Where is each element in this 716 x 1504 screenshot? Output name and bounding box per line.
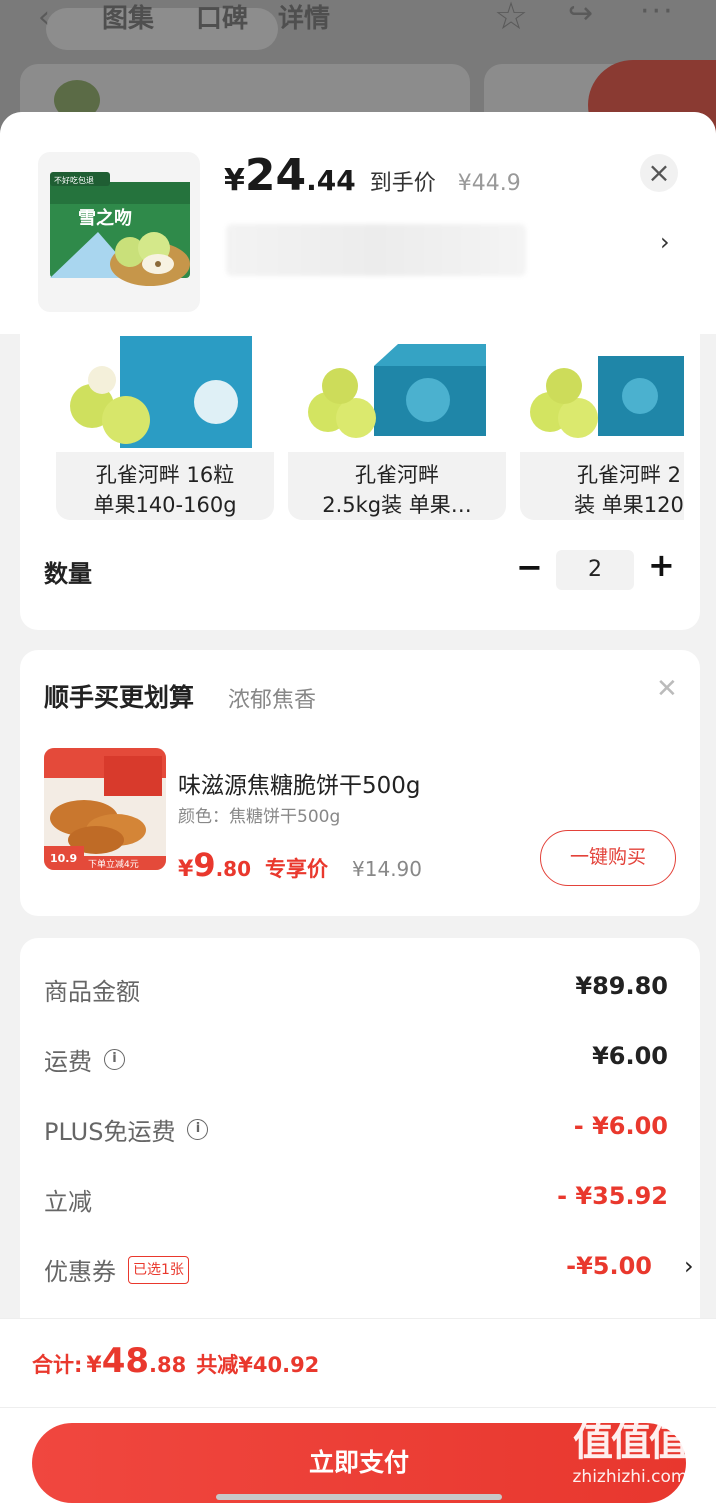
- product-thumbnail: 不好吃包退 雪之吻: [38, 152, 200, 312]
- summary-value: ¥89.80: [575, 972, 668, 1000]
- variant-label: 孔雀河畔 2.5kg装 单果…: [322, 463, 472, 517]
- original-price: ¥44.9: [457, 171, 521, 196]
- variant-list: 孔雀河畔 16粒 单果140-160g 孔雀河畔 2.5kg装 单果… 孔雀河畔…: [56, 336, 684, 520]
- upsell-price-label: 专享价: [265, 857, 329, 881]
- summary-value: -¥5.00: [566, 1252, 652, 1280]
- upsell-product-image: 10.9 下单立减4元: [44, 748, 166, 870]
- variant-image: [520, 336, 684, 452]
- watermark-url: zhizhizhi.com: [572, 1467, 688, 1487]
- summary-value: - ¥35.92: [557, 1182, 668, 1210]
- price-currency: ¥: [224, 163, 245, 198]
- summary-value: - ¥6.00: [573, 1112, 668, 1140]
- chevron-right-icon[interactable]: ›: [684, 1252, 694, 1280]
- upsell-price-row: ¥ 9 .80 专享价 ¥14.90: [178, 846, 422, 884]
- back-icon: ‹: [38, 0, 50, 35]
- variant-option[interactable]: 孔雀河畔 2.5kg装 单果…: [288, 336, 506, 520]
- total-integer: 48: [101, 1341, 150, 1381]
- total-currency: ¥: [86, 1353, 102, 1378]
- more-icon: ···: [640, 0, 675, 29]
- summary-label: 优惠券 已选1张: [44, 1252, 189, 1287]
- upsell-close-icon[interactable]: ✕: [656, 674, 678, 704]
- watermark-logo: 值值值: [573, 1419, 689, 1465]
- variant-label: 孔雀河畔 2 装 单果120: [574, 463, 684, 517]
- upsell-product-name: 味滋源焦糖脆饼干500g: [178, 773, 421, 799]
- summary-row-plus-shipping: PLUS免运费 i - ¥6.00: [44, 1112, 668, 1152]
- variant-label: 孔雀河畔 16粒 单果140-160g: [93, 463, 237, 517]
- total-label: 合计:: [32, 1353, 83, 1377]
- quantity-increase-button[interactable]: +: [648, 546, 675, 584]
- product-header: 不好吃包退 雪之吻 ¥ 24 .44 到手价 ¥44.9 × ›: [0, 112, 716, 334]
- thumb-brand-text: 雪之吻: [78, 207, 132, 229]
- upsell-price-integer: 9: [193, 846, 216, 884]
- price-decimal: .44: [306, 164, 356, 197]
- checkout-sheet: 不好吃包退 雪之吻 ¥ 24 .44 到手价 ¥44.9 × › 孔雀河畔 16…: [0, 112, 716, 1504]
- coupon-selected-badge: 已选1张: [128, 1255, 189, 1284]
- variant-image: [56, 336, 274, 452]
- info-icon[interactable]: i: [187, 1119, 209, 1140]
- summary-row-subtotal: 商品金额 ¥89.80: [44, 972, 668, 1012]
- summary-label: PLUS免运费 i: [44, 1112, 209, 1147]
- summary-value: ¥6.00: [592, 1042, 668, 1070]
- quantity-label: 数量: [44, 560, 92, 588]
- variant-image: [288, 336, 506, 452]
- final-price-label: 到手价: [369, 171, 436, 196]
- summary-row-coupon[interactable]: 优惠券 已选1张 -¥5.00 ›: [44, 1252, 694, 1292]
- tab-details: 详情: [278, 4, 331, 34]
- spec-card: 孔雀河畔 16粒 单果140-160g 孔雀河畔 2.5kg装 单果… 孔雀河畔…: [20, 334, 700, 630]
- total-saved: 共减¥40.92: [196, 1353, 320, 1377]
- chevron-right-icon[interactable]: ›: [660, 228, 670, 256]
- variant-option[interactable]: 孔雀河畔 2 装 单果120: [520, 336, 684, 520]
- upsell-subtitle: 浓郁焦香: [228, 688, 317, 713]
- upsell-image-banner: 下单立减4元: [88, 858, 139, 870]
- tab-reviews: 口碑: [196, 4, 249, 34]
- thumb-banner-text: 不好吃包退: [54, 175, 94, 185]
- summary-label: 立减: [44, 1188, 92, 1216]
- summary-label: 商品金额: [44, 978, 140, 1006]
- upsell-image-tag: 10.9: [50, 852, 77, 865]
- quantity-decrease-button[interactable]: −: [516, 548, 543, 586]
- price-integer: 24: [244, 150, 307, 201]
- one-click-buy-button[interactable]: 一键购买: [540, 830, 676, 886]
- upsell-card: 顺手买更划算 浓郁焦香 ✕ 10.9 下单立减4元 味滋源焦糖脆饼干500g 颜…: [20, 650, 700, 916]
- share-icon: ↪: [568, 0, 594, 31]
- close-button[interactable]: ×: [640, 154, 678, 192]
- close-icon: ×: [647, 156, 671, 189]
- upsell-price-decimal: .80: [215, 857, 252, 881]
- summary-label: 运费 i: [44, 1042, 125, 1077]
- upsell-product-variant: 颜色：焦糖饼干500g: [178, 807, 341, 827]
- upsell-price-currency: ¥: [178, 857, 194, 882]
- checkout-footer: 合计: ¥ 48 .88 共减¥40.92 立即支付 值值值 zhizhizhi…: [0, 1318, 716, 1504]
- home-indicator: [216, 1494, 502, 1500]
- blurred-selection: [226, 224, 526, 276]
- divider: [0, 1407, 716, 1408]
- upsell-original-price: ¥14.90: [352, 857, 422, 881]
- upsell-title: 顺手买更划算: [44, 683, 195, 712]
- info-icon[interactable]: i: [104, 1049, 125, 1070]
- star-icon: ☆: [494, 0, 529, 38]
- price-summary: 商品金额 ¥89.80 运费 i ¥6.00 PLUS免运费 i - ¥6.00 立…: [20, 938, 700, 1358]
- variant-option[interactable]: 孔雀河畔 16粒 单果140-160g: [56, 336, 274, 520]
- summary-row-discount: 立减 - ¥35.92: [44, 1182, 668, 1222]
- summary-row-shipping: 运费 i ¥6.00: [44, 1042, 668, 1082]
- quantity-input[interactable]: 2: [556, 550, 634, 590]
- tab-gallery: 图集: [102, 4, 155, 34]
- watermark: 值值值 zhizhizhi.com: [560, 1419, 700, 1503]
- price-row: ¥ 24 .44 到手价 ¥44.9: [224, 150, 521, 201]
- total-row: 合计: ¥ 48 .88 共减¥40.92: [32, 1341, 319, 1381]
- total-decimal: .88: [149, 1353, 187, 1377]
